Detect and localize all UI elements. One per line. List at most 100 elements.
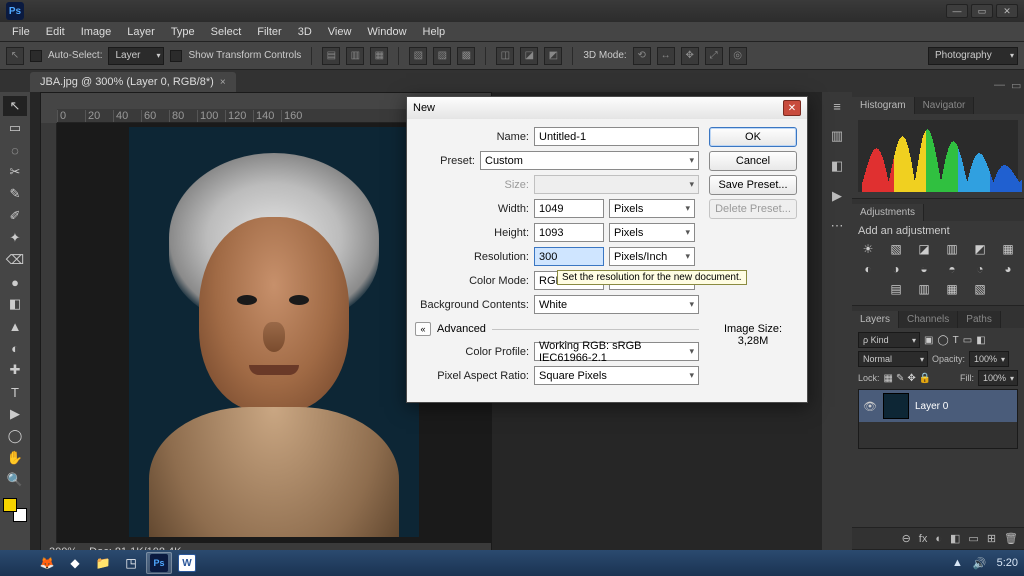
layers-footer-icon[interactable]: ⊖ (902, 532, 911, 545)
layers-footer-icon[interactable]: ⊞ (987, 532, 996, 545)
align-icon[interactable]: ▦ (370, 47, 388, 65)
adjustment-icon[interactable]: ▧ (971, 281, 989, 297)
distribute-icon[interactable]: ▨ (433, 47, 451, 65)
tool-0[interactable]: ↖ (3, 96, 27, 116)
resolution-input[interactable] (534, 247, 604, 266)
clock[interactable]: 5:20 (997, 557, 1018, 569)
menu-file[interactable]: File (4, 24, 38, 40)
doc-minimize-icon[interactable]: — (994, 79, 1005, 92)
bgcontents-dropdown[interactable]: White (534, 295, 699, 314)
menu-layer[interactable]: Layer (119, 24, 163, 40)
panel-strip-icon[interactable]: ⋯ (827, 216, 847, 236)
dialog-titlebar[interactable]: New ✕ (407, 97, 807, 119)
lock-icon[interactable]: ▦ (884, 373, 893, 384)
menu-edit[interactable]: Edit (38, 24, 73, 40)
app1-icon[interactable]: ◆ (62, 552, 88, 574)
distribute-icon[interactable]: ▩ (457, 47, 475, 65)
menu-3d[interactable]: 3D (290, 24, 320, 40)
layer-filter-icon[interactable]: ◯ (937, 335, 948, 346)
layer-filter-icon[interactable]: ▣ (924, 335, 933, 346)
firefox-icon[interactable]: 🦊 (34, 552, 60, 574)
tab-layers[interactable]: Layers (852, 311, 899, 328)
folder-icon[interactable]: 📁 (90, 552, 116, 574)
tool-1[interactable]: ▭ (3, 118, 27, 138)
align-icon[interactable]: ▥ (346, 47, 364, 65)
tool-16[interactable]: ✋ (3, 448, 27, 468)
layer-row[interactable]: 👁 Layer 0 (859, 390, 1017, 422)
height-unit-dropdown[interactable]: Pixels (609, 223, 695, 242)
distribute-icon[interactable]: ▧ (409, 47, 427, 65)
window-maximize-button[interactable]: ▭ (971, 4, 993, 18)
mode3d-icon[interactable]: ⤢ (705, 47, 723, 65)
panel-strip-icon[interactable]: ◧ (827, 156, 847, 176)
adjustment-icon[interactable]: ▥ (915, 281, 933, 297)
tool-13[interactable]: T (3, 382, 27, 402)
menu-view[interactable]: View (320, 24, 360, 40)
window-minimize-button[interactable]: — (946, 4, 968, 18)
height-input[interactable] (534, 223, 604, 242)
tool-12[interactable]: ✚ (3, 360, 27, 380)
width-input[interactable] (534, 199, 604, 218)
window-close-button[interactable]: ✕ (996, 4, 1018, 18)
cancel-button[interactable]: Cancel (709, 151, 797, 171)
show-transform-checkbox[interactable] (170, 50, 182, 62)
tool-17[interactable]: 🔍 (3, 470, 27, 490)
adjustment-icon[interactable]: ▥ (943, 241, 961, 257)
adjustment-icon[interactable]: ▦ (943, 281, 961, 297)
tool-15[interactable]: ◯ (3, 426, 27, 446)
document-tab-close[interactable]: × (220, 77, 226, 88)
doc-maximize-icon[interactable]: ▭ (1011, 79, 1021, 92)
adjustment-icon[interactable]: ▤ (887, 281, 905, 297)
layers-footer-icon[interactable]: ◧ (950, 532, 960, 545)
layer-kind-filter[interactable]: ρ Kind (858, 332, 920, 348)
mode3d-icon[interactable]: ◎ (729, 47, 747, 65)
menu-image[interactable]: Image (73, 24, 120, 40)
tool-2[interactable]: ◌ (3, 140, 27, 160)
blend-mode-dropdown[interactable]: Normal (858, 351, 928, 367)
opacity-input[interactable]: 100% (969, 351, 1009, 367)
menu-window[interactable]: Window (359, 24, 414, 40)
tray-volume-icon[interactable]: 🔊 (973, 557, 987, 570)
distribute-icon[interactable]: ◪ (520, 47, 538, 65)
mode3d-icon[interactable]: ✥ (681, 47, 699, 65)
layers-footer-icon[interactable]: fx (919, 533, 928, 545)
apple-icon[interactable] (6, 552, 32, 574)
menu-select[interactable]: Select (203, 24, 250, 40)
lock-icon[interactable]: ✥ (907, 373, 915, 384)
dialog-close-button[interactable]: ✕ (783, 100, 801, 116)
distribute-icon[interactable]: ◫ (496, 47, 514, 65)
menu-help[interactable]: Help (415, 24, 454, 40)
preset-dropdown[interactable]: Custom (480, 151, 699, 170)
save-preset-button[interactable]: Save Preset... (709, 175, 797, 195)
ok-button[interactable]: OK (709, 127, 797, 147)
tool-14[interactable]: ▶ (3, 404, 27, 424)
par-dropdown[interactable]: Square Pixels (534, 366, 699, 385)
tab-channels[interactable]: Channels (899, 311, 958, 328)
lock-icon[interactable]: 🔒 (919, 373, 931, 384)
tool-10[interactable]: ▲ (3, 316, 27, 336)
tab-paths[interactable]: Paths (958, 311, 1001, 328)
visibility-icon[interactable]: 👁 (863, 399, 877, 413)
adjustment-icon[interactable]: ◔ (971, 261, 989, 277)
adjustment-icon[interactable]: ▦ (999, 241, 1017, 257)
word-icon[interactable]: W (174, 552, 200, 574)
adjustment-icon[interactable]: ▧ (887, 241, 905, 257)
adjustment-icon[interactable]: ◪ (915, 241, 933, 257)
tab-adjustments[interactable]: Adjustments (852, 204, 924, 221)
tool-8[interactable]: ● (3, 272, 27, 292)
layers-footer-icon[interactable]: ◐ (935, 533, 942, 545)
mode3d-icon[interactable]: ↔ (657, 47, 675, 65)
name-input[interactable] (534, 127, 699, 146)
tray-up-icon[interactable]: ▲ (952, 557, 963, 569)
lock-icon[interactable]: ✎ (896, 373, 904, 384)
resolution-unit-dropdown[interactable]: Pixels/Inch (609, 247, 695, 266)
panel-strip-icon[interactable]: ≡ (827, 96, 847, 116)
menu-type[interactable]: Type (163, 24, 203, 40)
layer-name[interactable]: Layer 0 (915, 401, 948, 412)
width-unit-dropdown[interactable]: Pixels (609, 199, 695, 218)
tool-9[interactable]: ◧ (3, 294, 27, 314)
align-icon[interactable]: ▤ (322, 47, 340, 65)
adjustment-icon[interactable]: ◕ (999, 261, 1017, 277)
adjustment-icon[interactable]: ◐ (859, 261, 877, 277)
workspace-dropdown[interactable]: Photography (928, 47, 1018, 65)
